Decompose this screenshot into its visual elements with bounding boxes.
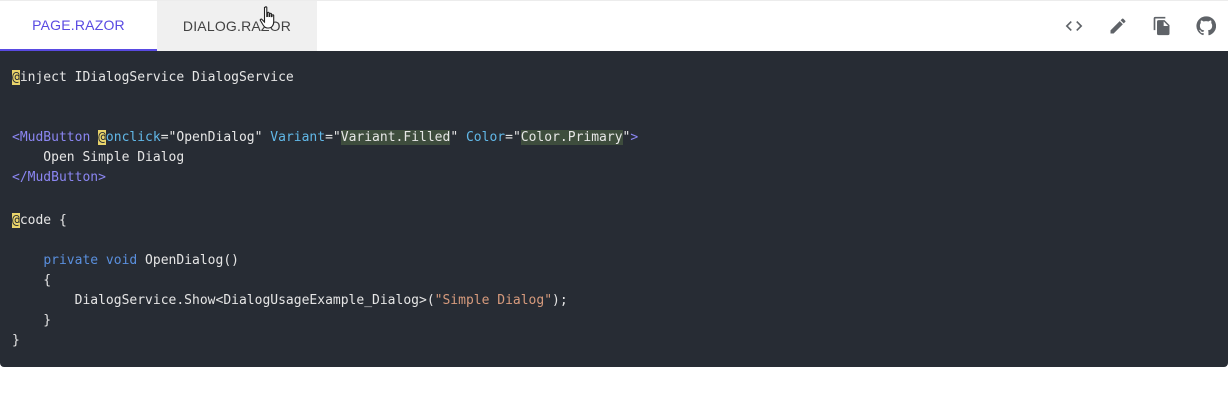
code-line: private void OpenDialog() xyxy=(12,251,239,271)
code-tag: > xyxy=(630,130,639,145)
code-string-literal: "Simple Dialog" xyxy=(434,293,553,308)
code-text: " xyxy=(450,130,466,145)
code-attribute: Color xyxy=(465,130,506,145)
code-line: Open Simple Dialog xyxy=(12,150,185,165)
code-attribute: Variant xyxy=(270,130,326,145)
code-value-highlight: Variant.Filled xyxy=(340,130,451,145)
code-text: =" xyxy=(505,130,521,145)
code-text: DialogService.Show<DialogUsageExample_Di… xyxy=(12,293,435,308)
copy-icon xyxy=(1153,16,1170,36)
edit-icon xyxy=(1110,18,1126,34)
code-line: { xyxy=(12,273,52,288)
github-icon xyxy=(1196,16,1216,36)
github-button[interactable] xyxy=(1184,4,1228,48)
directive-marker: @ xyxy=(98,130,106,145)
show-code-button[interactable] xyxy=(1052,4,1096,48)
code-block: @inject IDialogService DialogService <Mu… xyxy=(0,51,1228,367)
code-line: </MudButton> xyxy=(12,170,106,185)
hand-pointer-icon xyxy=(259,6,275,29)
code-line: @inject IDialogService DialogService xyxy=(12,68,294,88)
code-line: <MudButton @onclick="OpenDialog" Variant… xyxy=(12,128,638,148)
code-attribute: onclick xyxy=(105,130,161,145)
directive-marker: @ xyxy=(12,70,20,85)
tab-bar: PAGE.RAZOR DIALOG.RAZOR xyxy=(0,0,1228,51)
code-value-highlight: Color.Primary xyxy=(520,130,623,145)
code-text: OpenDialog() xyxy=(137,253,239,268)
code-icon xyxy=(1065,21,1083,31)
toolbar-actions xyxy=(1052,1,1228,51)
code-tag: <MudButton xyxy=(12,130,99,145)
code-text: code { xyxy=(19,213,67,228)
code-text: ="OpenDialog" xyxy=(160,130,271,145)
code-line: @code { xyxy=(12,211,67,231)
code-line: } xyxy=(12,333,20,348)
code-text: inject IDialogService DialogService xyxy=(19,70,294,85)
copy-button[interactable] xyxy=(1140,4,1184,48)
code-line: DialogService.Show<DialogUsageExample_Di… xyxy=(12,291,568,311)
code-keyword: private void xyxy=(43,253,138,268)
code-example-panel: PAGE.RAZOR DIALOG.RAZOR @inject IDialogS… xyxy=(0,0,1228,367)
edit-button[interactable] xyxy=(1096,4,1140,48)
tab-page-razor[interactable]: PAGE.RAZOR xyxy=(0,1,157,51)
tab-dialog-razor[interactable]: DIALOG.RAZOR xyxy=(157,1,317,51)
directive-marker: @ xyxy=(12,213,20,228)
code-text: =" xyxy=(325,130,341,145)
code-line: } xyxy=(12,313,52,328)
code-text: ); xyxy=(552,293,568,308)
